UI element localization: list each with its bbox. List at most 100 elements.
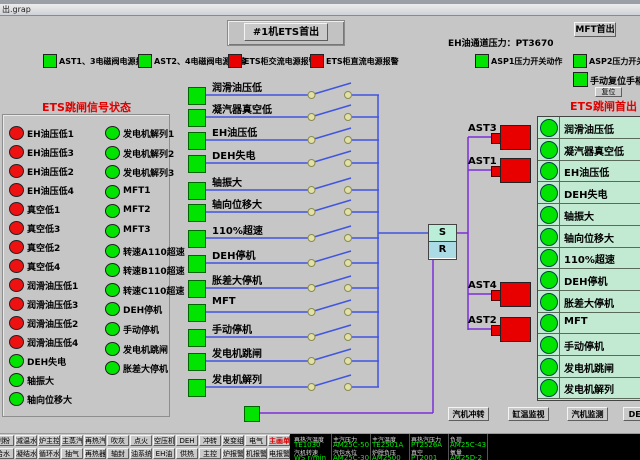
signal-lamp-icon (105, 322, 120, 336)
signal-label: 润滑油压低2 (27, 317, 78, 330)
taskbar-button[interactable]: 机报警 (245, 448, 267, 459)
signal-label: EH油压低4 (27, 184, 74, 197)
ast-valve-box[interactable] (500, 282, 531, 307)
taskbar-button[interactable]: 点火 (130, 435, 152, 446)
signal-label: 手动停机 (123, 323, 159, 336)
logic-input-square[interactable] (188, 109, 206, 127)
logic-input-square[interactable] (188, 353, 206, 371)
first-out-row: 胀差大停机 (538, 291, 640, 313)
taskbar-button[interactable]: 供热 (176, 448, 198, 459)
footer-button[interactable]: 缸温监视 (508, 407, 549, 421)
reset-input-square[interactable] (244, 406, 260, 422)
logic-input-square[interactable] (188, 204, 206, 222)
taskbar-button[interactable]: 炉主控 (38, 435, 60, 446)
taskbar-button[interactable]: 主画单 (268, 435, 290, 446)
signal-label: 发电机解列3 (123, 166, 174, 179)
status-value: AM25C-30 (333, 454, 370, 460)
signal-lamp-icon (9, 335, 24, 349)
manual-reset-group: 手动复位手柄 复位 (573, 72, 640, 98)
legend-label: ETS柜交流电源报警 (244, 56, 317, 67)
logic-row-label: DEH失电 (212, 147, 256, 162)
logic-input-square[interactable] (188, 87, 206, 105)
ast-valve-box[interactable] (500, 125, 531, 150)
first-out-lamp-cell (538, 334, 560, 355)
taskbar-button[interactable]: 再热汽 (84, 435, 106, 446)
logic-input-square[interactable] (188, 280, 206, 298)
first-out-row: 轴振大 (538, 204, 640, 226)
signal-lamp-icon (9, 354, 24, 368)
ast-valve-box[interactable] (500, 158, 531, 183)
logic-input-square[interactable] (188, 155, 206, 173)
sr-latch-reset[interactable]: R (429, 242, 456, 258)
taskbar-button[interactable]: 再热器 (84, 448, 106, 459)
status-column: 主汽压力AM25C-50汽包水位AM25C-30 (332, 434, 371, 460)
taskbar-button[interactable]: 油系统 (130, 448, 152, 459)
taskbar-button[interactable]: 电报警 (268, 448, 290, 459)
signal-label: 真空低4 (27, 260, 60, 273)
first-out-lamp-cell (538, 291, 560, 312)
legend-label: ASP1压力开关动作 (491, 56, 562, 67)
taskbar-button[interactable]: 制粉 (0, 435, 14, 446)
signal-lamp-icon (105, 342, 120, 356)
taskbar-button[interactable]: 减温水 (15, 435, 37, 446)
signal-lamp-icon (105, 263, 120, 277)
signal-label: 转速B110超速 (123, 264, 185, 277)
status-column: 主汽温度TE2501A炉膛负压AM2500 (371, 434, 410, 460)
mft-first-out-button[interactable]: MFT首出 (574, 22, 616, 37)
signal-lamp-icon (9, 278, 24, 292)
logic-row-label: 凝汽器真空低 (212, 101, 272, 116)
signal-lamp-icon (105, 204, 120, 218)
first-out-label: 轴振大 (564, 208, 594, 223)
taskbar-button[interactable]: 主控 (199, 448, 221, 459)
taskbar-button[interactable]: 抽气 (61, 448, 83, 459)
signal-lamp-icon (105, 302, 120, 316)
logic-input-square[interactable] (188, 182, 206, 200)
taskbar-button[interactable]: 冲转 (199, 435, 221, 446)
taskbar-button[interactable]: DEH (176, 435, 198, 446)
sr-latch-set[interactable]: S (429, 225, 456, 242)
logic-input-square[interactable] (188, 132, 206, 150)
taskbar-button[interactable]: 炉报警 (222, 448, 244, 459)
signal-label: 发电机解列1 (123, 127, 174, 140)
logic-input-square[interactable] (188, 329, 206, 347)
taskbar-button[interactable]: 给水 (0, 448, 14, 459)
reset-button[interactable]: 复位 (595, 87, 622, 97)
ast-valve-box[interactable] (500, 317, 531, 342)
taskbar-button[interactable]: 主蒸汽 (61, 435, 83, 446)
taskbar-button[interactable]: 吹灰 (107, 435, 129, 446)
legend-label: ETS柜直流电源报警 (326, 56, 399, 67)
first-out-lamp-icon (540, 141, 558, 159)
taskbar-button[interactable]: 空压机 (153, 435, 175, 446)
taskbar-button[interactable]: 轴封 (107, 448, 129, 459)
signal-label: 转速C110超速 (123, 284, 184, 297)
ets-first-out-button[interactable]: #1机ETS首出 (244, 23, 328, 41)
taskbar-button[interactable]: 凝结水 (15, 448, 37, 459)
logic-input-square[interactable] (188, 304, 206, 322)
signal-label: 润滑油压低1 (27, 279, 78, 292)
taskbar-button[interactable]: 发变组 (222, 435, 244, 446)
first-out-lamp-icon (540, 271, 558, 289)
logic-input-square[interactable] (188, 230, 206, 248)
signal-lamp-icon (105, 146, 120, 160)
taskbar: 制粉减温水炉主控主蒸汽再热汽吹灰点火空压机DEH冲转发变组电气主画单给水凝结水循… (0, 433, 640, 460)
logic-input-square[interactable] (188, 379, 206, 397)
taskbar-button[interactable]: 电气 (245, 435, 267, 446)
signal-label: 润滑油压低3 (27, 298, 78, 311)
sr-latch: SR (428, 224, 457, 260)
manual-reset-label: 手动复位手柄 (590, 74, 640, 87)
logic-input-square[interactable] (188, 255, 206, 273)
signal-label: MFT1 (123, 186, 151, 196)
signal-lamp-icon (105, 185, 120, 199)
status-column: 再热汽压力PT2526A真空PT2001 (410, 434, 449, 460)
taskbar-button[interactable]: EH油 (153, 448, 175, 459)
signal-label: 真空低3 (27, 222, 60, 235)
first-out-lamp-cell (538, 377, 560, 398)
legend-indicator (310, 54, 324, 68)
footer-button[interactable]: 汽机监测 (567, 407, 608, 421)
footer-button[interactable]: 汽机冲转 (448, 407, 489, 421)
first-out-lamp-icon (540, 336, 558, 354)
signal-lamp-icon (9, 183, 24, 197)
taskbar-button[interactable]: 循环水 (38, 448, 60, 459)
signal-label: 转速A110超速 (123, 245, 185, 258)
footer-button[interactable]: DEH (623, 407, 640, 421)
